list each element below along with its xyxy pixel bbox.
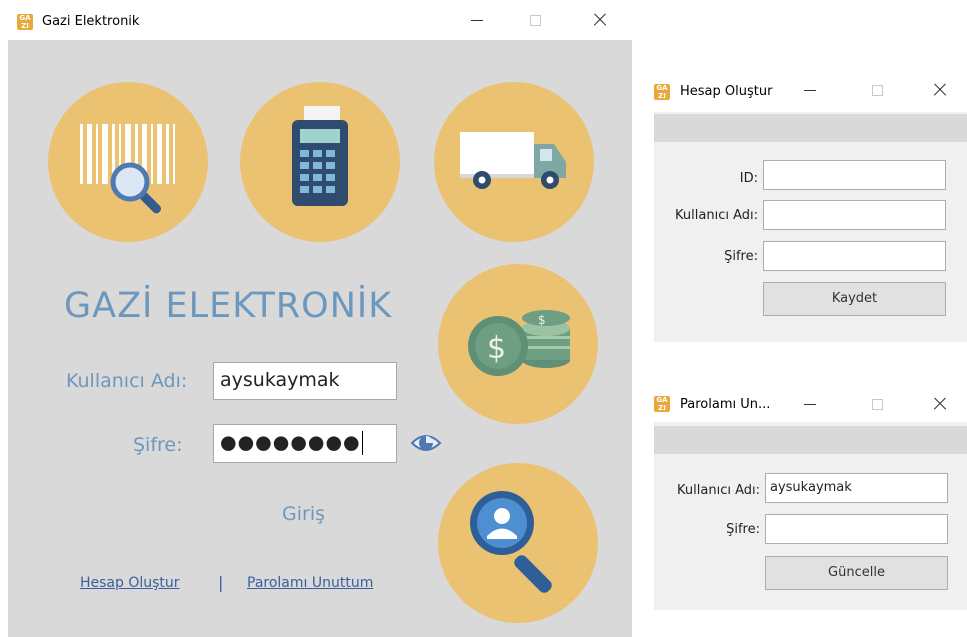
- close-button[interactable]: [928, 392, 952, 416]
- svg-text:$: $: [538, 313, 546, 327]
- delivery-truck-icon: [460, 132, 566, 189]
- window-title: Gazi Elektronik: [42, 14, 140, 29]
- app-logo-icon: GA ZI: [654, 84, 670, 100]
- header-band: [654, 114, 967, 142]
- main-window: GA ZI Gazi Elektronik GAZİ ELEKTRONİK $ …: [0, 0, 632, 637]
- forgot-title-bar[interactable]: GA ZI Parolamı Un...: [646, 382, 967, 422]
- username-input[interactable]: aysukaymak: [213, 362, 397, 400]
- money-coins-icon: $ $: [468, 310, 570, 376]
- forgot-password-link[interactable]: Parolamı Unuttum: [247, 575, 373, 591]
- finance-button[interactable]: $ $: [438, 264, 598, 424]
- username-label: Kullanıcı Adı:: [675, 208, 758, 223]
- save-button[interactable]: Kaydet: [763, 282, 946, 316]
- password-label: Şifre:: [133, 434, 183, 456]
- username-label: Kullanıcı Adı:: [66, 370, 188, 392]
- maximize-button[interactable]: [523, 8, 547, 32]
- main-title-bar[interactable]: GA ZI Gazi Elektronik: [0, 0, 632, 40]
- maximize-button[interactable]: [865, 392, 889, 416]
- update-button[interactable]: Güncelle: [765, 556, 948, 590]
- header-band: [654, 426, 967, 454]
- create-title-bar[interactable]: GA ZI Hesap Oluştur: [646, 72, 967, 112]
- close-button[interactable]: [928, 78, 952, 102]
- calculator-icon: [292, 106, 348, 206]
- username-value: aysukaymak: [220, 369, 340, 391]
- calculator-button[interactable]: [240, 82, 400, 242]
- close-button[interactable]: [588, 8, 612, 32]
- app-logo-icon: GA ZI: [654, 396, 670, 412]
- username-label: Kullanıcı Adı:: [677, 483, 760, 498]
- brand-title: GAZİ ELEKTRONİK: [64, 286, 393, 326]
- window-title: Parolamı Un...: [680, 397, 771, 412]
- show-password-button[interactable]: [409, 426, 443, 460]
- text-caret: [361, 431, 363, 455]
- user-search-button[interactable]: [438, 463, 598, 623]
- password-input[interactable]: [763, 241, 946, 271]
- delivery-button[interactable]: [434, 82, 594, 242]
- password-input[interactable]: ●●●●●●●●: [213, 424, 397, 463]
- barcode-search-icon: [80, 124, 175, 214]
- barcode-search-button[interactable]: [48, 82, 208, 242]
- minimize-button[interactable]: [798, 392, 822, 416]
- password-label: Şifre:: [726, 522, 760, 537]
- password-label: Şifre:: [724, 249, 758, 264]
- minimize-button[interactable]: [465, 8, 489, 32]
- app-logo-icon: GA ZI: [17, 14, 33, 30]
- minimize-button[interactable]: [798, 78, 822, 102]
- svg-text:$: $: [487, 331, 506, 366]
- username-input[interactable]: [763, 200, 946, 230]
- login-button[interactable]: Giriş: [282, 503, 325, 525]
- user-search-icon: [470, 491, 552, 593]
- create-account-link[interactable]: Hesap Oluştur: [80, 575, 180, 591]
- password-mask: ●●●●●●●●: [220, 431, 361, 454]
- password-input[interactable]: [765, 514, 948, 544]
- forgot-password-window: GA ZI Parolamı Un... Kullanıcı Adı: aysuk…: [646, 382, 967, 610]
- maximize-button[interactable]: [865, 78, 889, 102]
- window-title: Hesap Oluştur: [680, 84, 773, 99]
- link-separator: |: [218, 573, 224, 592]
- id-label: ID:: [739, 171, 758, 186]
- create-account-window: GA ZI Hesap Oluştur ID: Kullanıcı Adı: Şi…: [646, 72, 967, 342]
- id-input[interactable]: [763, 160, 946, 190]
- eye-icon: [410, 435, 442, 451]
- username-input[interactable]: aysukaymak: [765, 473, 948, 503]
